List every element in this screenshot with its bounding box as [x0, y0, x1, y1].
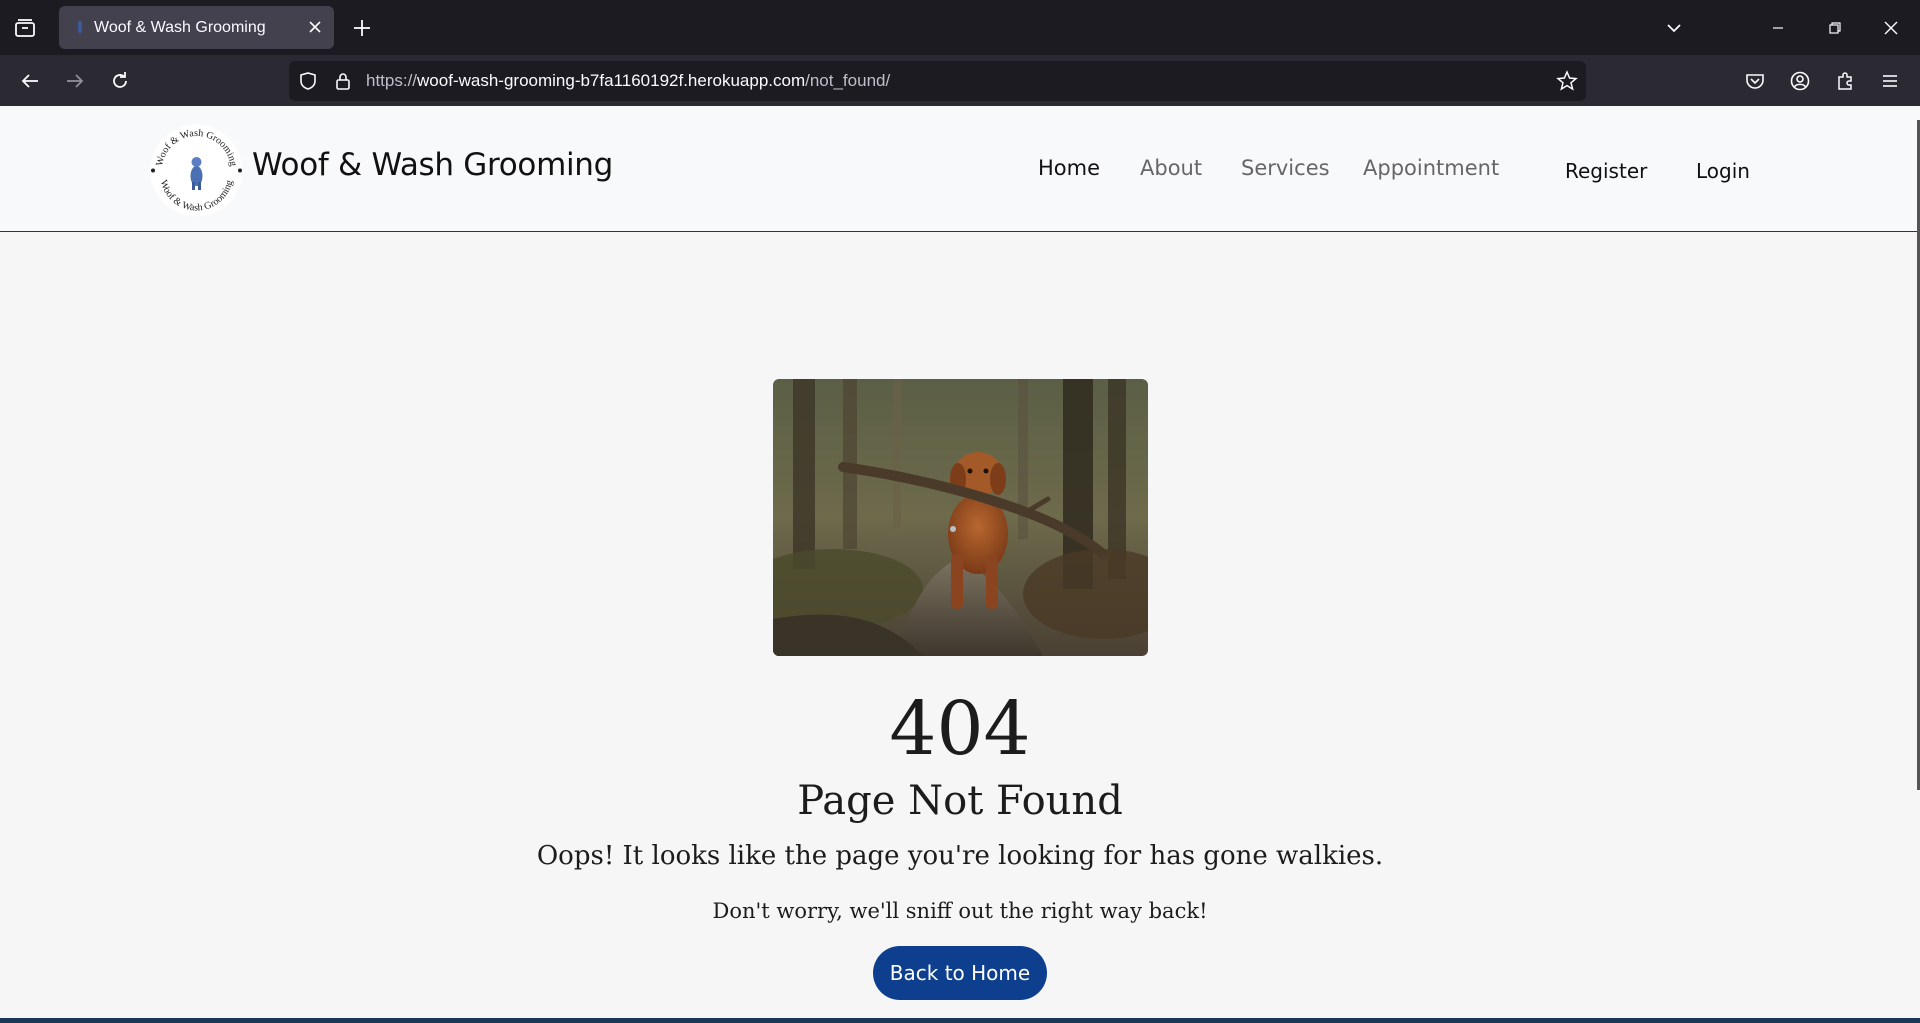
- lock-icon[interactable]: [333, 70, 353, 92]
- nav-home[interactable]: Home: [1038, 156, 1100, 180]
- extensions-icon[interactable]: [1830, 66, 1860, 96]
- url-path: /not_found/: [805, 71, 891, 90]
- back-to-home-button[interactable]: Back to Home: [873, 946, 1047, 1000]
- menu-icon[interactable]: [1875, 66, 1905, 96]
- nav-services[interactable]: Services: [1241, 156, 1330, 180]
- url-host: woof-wash-grooming-b7fa1160192f.herokuap…: [417, 71, 806, 90]
- dog-icon: [190, 157, 203, 190]
- browser-tab-bar: Woof & Wash Grooming: [0, 0, 1920, 55]
- nav-about[interactable]: About: [1140, 156, 1202, 180]
- error-code: 404: [889, 686, 1031, 772]
- lead-text: Oops! It looks like the page you're look…: [536, 841, 1384, 871]
- close-window-icon[interactable]: [1877, 14, 1905, 42]
- minimize-icon[interactable]: [1764, 14, 1792, 42]
- page-viewport: Woof & Wash Grooming Woof & Wash Groomin…: [0, 106, 1920, 1023]
- browser-toolbar: https://woof-wash-grooming-b7fa1160192f.…: [0, 55, 1920, 106]
- url-text[interactable]: https://woof-wash-grooming-b7fa1160192f.…: [366, 71, 890, 91]
- tab-title: Woof & Wash Grooming: [94, 19, 266, 36]
- url-scheme: https://: [366, 71, 418, 90]
- url-bar[interactable]: https://woof-wash-grooming-b7fa1160192f.…: [289, 61, 1586, 101]
- brand-name[interactable]: Woof & Wash Grooming: [252, 147, 613, 183]
- chevron-down-icon[interactable]: [1660, 14, 1688, 42]
- plus-icon[interactable]: [350, 16, 374, 40]
- reload-icon[interactable]: [105, 66, 135, 96]
- close-icon[interactable]: [306, 18, 324, 36]
- nav-register[interactable]: Register: [1565, 159, 1647, 183]
- browser-tab-active[interactable]: Woof & Wash Grooming: [59, 6, 334, 49]
- dog-with-stick-image: [773, 379, 1148, 656]
- restore-icon[interactable]: [1821, 14, 1849, 42]
- forward-arrow-icon[interactable]: [60, 66, 90, 96]
- nav-login[interactable]: Login: [1696, 159, 1750, 183]
- page-heading: Page Not Found: [797, 778, 1123, 824]
- footer-bar: [0, 1018, 1920, 1023]
- logo[interactable]: Woof & Wash Grooming Woof & Wash Groomin…: [148, 122, 245, 219]
- sub-text: Don't worry, we'll sniff out the right w…: [712, 899, 1208, 923]
- back-arrow-icon[interactable]: [15, 66, 45, 96]
- shield-icon[interactable]: [297, 70, 319, 92]
- account-icon[interactable]: [1785, 66, 1815, 96]
- site-header: Woof & Wash Grooming Woof & Wash Groomin…: [0, 106, 1920, 232]
- nav-appointment[interactable]: Appointment: [1363, 156, 1499, 180]
- star-icon[interactable]: [1556, 70, 1578, 92]
- tab-list-icon[interactable]: [12, 16, 38, 40]
- pocket-icon[interactable]: [1740, 66, 1770, 96]
- favicon-icon: [73, 20, 87, 34]
